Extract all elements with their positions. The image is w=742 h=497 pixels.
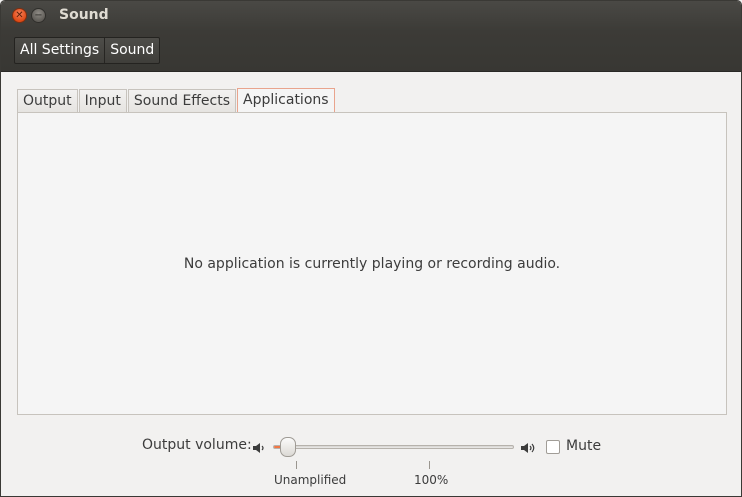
mute-label[interactable]: Mute bbox=[566, 438, 601, 454]
volume-slider-handle[interactable] bbox=[280, 437, 296, 457]
close-icon: ✕ bbox=[15, 9, 24, 21]
volume-high-icon bbox=[520, 441, 536, 455]
tab-sound-effects[interactable]: Sound Effects bbox=[127, 89, 237, 112]
tab-bar: Output Input Sound Effects Applications bbox=[17, 88, 336, 113]
applications-panel: No application is currently playing or r… bbox=[17, 112, 727, 415]
minimize-icon: − bbox=[34, 9, 43, 21]
output-volume-label: Output volume: bbox=[142, 437, 252, 453]
tab-output[interactable]: Output bbox=[17, 89, 78, 112]
mute-checkbox[interactable] bbox=[546, 440, 560, 454]
output-volume-slider[interactable] bbox=[273, 445, 514, 449]
toolbar: All Settings Sound bbox=[1, 31, 741, 72]
title-bar[interactable]: ✕ − Sound bbox=[1, 1, 741, 31]
tick-label-unamplified: Unamplified bbox=[274, 473, 347, 487]
tab-input[interactable]: Input bbox=[78, 89, 127, 112]
breadcrumb-sound[interactable]: Sound bbox=[105, 38, 159, 63]
close-window-button[interactable]: ✕ bbox=[12, 8, 27, 23]
sound-settings-window: ✕ − Sound All Settings Sound Output Inpu… bbox=[0, 0, 742, 497]
minimize-window-button[interactable]: − bbox=[31, 8, 46, 23]
window-title: Sound bbox=[59, 7, 109, 23]
tick-label-100-percent: 100% bbox=[414, 473, 449, 487]
breadcrumb-all-settings[interactable]: All Settings bbox=[15, 38, 106, 63]
tick-unamplified bbox=[296, 461, 297, 469]
volume-low-icon bbox=[252, 441, 268, 455]
tab-applications[interactable]: Applications bbox=[237, 88, 335, 112]
tick-100-percent bbox=[429, 461, 430, 469]
breadcrumb: All Settings Sound bbox=[14, 37, 161, 64]
empty-state-message: No application is currently playing or r… bbox=[183, 256, 561, 272]
